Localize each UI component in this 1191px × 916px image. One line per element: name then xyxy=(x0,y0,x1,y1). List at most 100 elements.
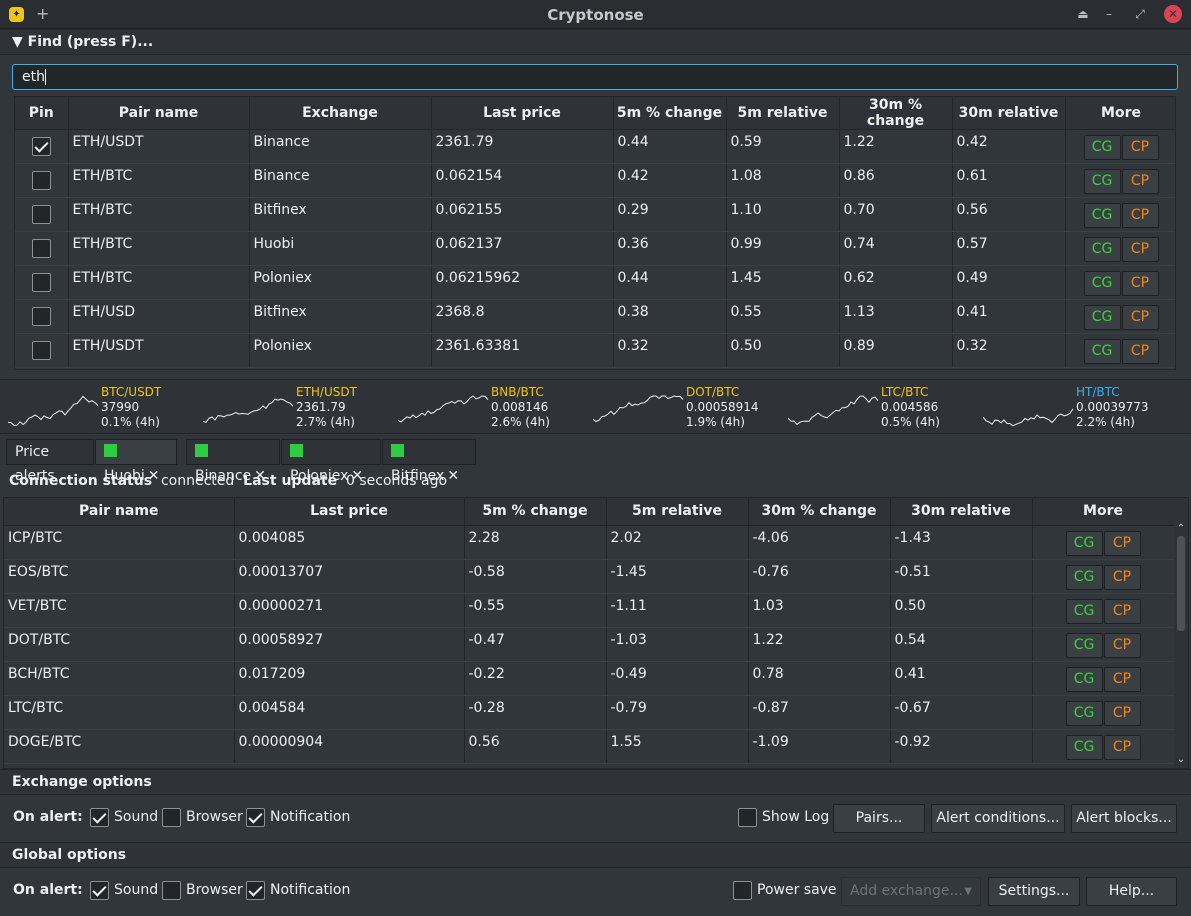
checkbox-box[interactable] xyxy=(246,808,265,827)
coinpaprika-button[interactable]: CP xyxy=(1121,135,1159,160)
exchange-options-header[interactable]: Exchange options xyxy=(0,769,1191,795)
checkbox-box[interactable] xyxy=(90,881,109,900)
pin-checkbox[interactable] xyxy=(31,171,51,190)
checkbox-box[interactable] xyxy=(733,881,752,900)
close-tab-icon[interactable]: ✕ xyxy=(447,468,459,484)
search-input[interactable]: eth xyxy=(12,64,1178,90)
pin-checkbox[interactable] xyxy=(31,239,51,258)
table-row[interactable]: ETH/USDT Binance 2361.79 0.44 0.59 1.22 0.42 CG… xyxy=(15,129,1175,164)
sparkline-widget[interactable]: ETH/USDT 2361.79 2.7% (4h) xyxy=(199,385,394,431)
scroll-down-icon[interactable]: ⌄ xyxy=(1174,754,1188,765)
coinpaprika-button[interactable]: CP xyxy=(1103,564,1141,590)
column-header[interactable]: 5m % change xyxy=(464,498,607,526)
column-header[interactable]: 5m relative xyxy=(726,97,840,130)
help-button[interactable]: Help... xyxy=(1086,877,1177,906)
table-row[interactable]: VET/BTC 0.00000271 -0.55 -1.11 1.03 0.50 CG CP xyxy=(4,593,1175,628)
vertical-scrollbar[interactable]: ⌃ ⌄ xyxy=(1174,498,1188,768)
column-header[interactable]: Last price xyxy=(234,498,465,526)
coingecko-button[interactable]: CG xyxy=(1065,734,1103,760)
pin-checkbox[interactable] xyxy=(31,137,51,156)
exchange-browser-checkbox[interactable]: Browser xyxy=(162,808,243,827)
exchange-sound-checkbox[interactable]: Sound xyxy=(90,808,158,827)
checkbox-box[interactable] xyxy=(738,808,757,827)
scrollbar-thumb[interactable] xyxy=(1177,536,1185,631)
coinpaprika-button[interactable]: CP xyxy=(1103,598,1141,624)
global-options-header[interactable]: Global options xyxy=(0,842,1191,868)
coingecko-button[interactable]: CG xyxy=(1083,203,1121,228)
coingecko-button[interactable]: CG xyxy=(1065,598,1103,624)
pin-checkbox[interactable] xyxy=(31,205,51,224)
table-row[interactable]: BCH/BTC 0.017209 -0.22 -0.49 0.78 0.41 CG CP xyxy=(4,661,1175,696)
table-row[interactable]: ETH/USD Bitfinex 2368.8 0.38 0.55 1.13 0.41 CG C… xyxy=(15,299,1175,334)
sparkline-widget[interactable]: LTC/BTC 0.004586 0.5% (4h) xyxy=(784,385,979,431)
add-exchange-dropdown[interactable]: Add exchange... ▼ xyxy=(841,877,981,906)
coingecko-button[interactable]: CG xyxy=(1065,632,1103,658)
tab-price-alerts[interactable]: Price alerts xyxy=(6,439,94,484)
column-header[interactable]: Pin xyxy=(15,97,69,130)
scroll-up-icon[interactable]: ⌃ xyxy=(1174,523,1188,534)
table-row[interactable]: DOT/BTC 0.00058927 -0.47 -1.03 1.22 0.54 CG CP xyxy=(4,627,1175,662)
coingecko-button[interactable]: CG xyxy=(1083,135,1121,160)
coinpaprika-button[interactable]: CP xyxy=(1121,305,1159,330)
coingecko-button[interactable]: CG xyxy=(1083,169,1121,194)
column-header[interactable]: 30m % change xyxy=(748,498,891,526)
global-notification-checkbox[interactable]: Notification xyxy=(246,881,350,900)
coinpaprika-button[interactable]: CP xyxy=(1121,237,1159,262)
column-header[interactable]: 30m % change xyxy=(839,97,953,130)
tab-huobi[interactable]: Huobi ✕ xyxy=(95,439,177,484)
coingecko-button[interactable]: CG xyxy=(1083,271,1121,296)
table-row[interactable]: ETH/BTC Poloniex 0.06215962 0.44 1.45 0.62 0.4… xyxy=(15,265,1175,300)
column-header[interactable]: More xyxy=(1065,97,1175,130)
table-row[interactable]: DOGE/BTC 0.00000904 0.56 1.55 -1.09 -0.92 CG CP xyxy=(4,729,1175,764)
sparkline-widget[interactable]: DOT/BTC 0.00058914 1.9% (4h) xyxy=(589,385,784,431)
pairs-button[interactable]: Pairs... xyxy=(833,804,925,833)
checkbox-box[interactable] xyxy=(162,881,181,900)
tab-bitfinex[interactable]: Bitfinex ✕ xyxy=(382,439,476,484)
close-icon[interactable]: ✕ xyxy=(1164,5,1182,23)
table-row[interactable]: ICP/BTC 0.004085 2.28 2.02 -4.06 -1.43 CG CP xyxy=(4,525,1175,560)
checkbox-box[interactable] xyxy=(90,808,109,827)
column-header[interactable]: More xyxy=(1032,498,1175,526)
coinpaprika-button[interactable]: CP xyxy=(1103,734,1141,760)
coinpaprika-button[interactable]: CP xyxy=(1103,666,1141,692)
column-header[interactable]: Exchange xyxy=(249,97,432,130)
checkbox-box[interactable] xyxy=(246,881,265,900)
column-header[interactable]: Last price xyxy=(431,97,614,130)
global-browser-checkbox[interactable]: Browser xyxy=(162,881,243,900)
column-header[interactable]: 5m relative xyxy=(606,498,749,526)
exchange-notification-checkbox[interactable]: Notification xyxy=(246,808,350,827)
shade-icon[interactable]: ⏏ xyxy=(1074,5,1092,23)
coinpaprika-button[interactable]: CP xyxy=(1103,530,1141,556)
coinpaprika-button[interactable]: CP xyxy=(1121,271,1159,296)
show-log-checkbox[interactable]: Show Log xyxy=(738,808,829,827)
coingecko-button[interactable]: CG xyxy=(1065,530,1103,556)
settings-button[interactable]: Settings... xyxy=(988,877,1080,906)
tab-binance[interactable]: Binance ✕ xyxy=(186,439,280,484)
sparkline-widget[interactable]: BNB/BTC 0.008146 2.6% (4h) xyxy=(394,385,589,431)
column-header[interactable]: 30m relative xyxy=(890,498,1033,526)
column-header[interactable]: 30m relative xyxy=(952,97,1066,130)
find-header[interactable]: ▼ Find (press F)... xyxy=(0,29,1191,55)
checkbox-box[interactable] xyxy=(162,808,181,827)
pin-checkbox[interactable] xyxy=(31,273,51,292)
column-header[interactable]: Pair name xyxy=(4,498,235,526)
alert-blocks-button[interactable]: Alert blocks... xyxy=(1071,804,1177,833)
coingecko-button[interactable]: CG xyxy=(1065,564,1103,590)
pin-checkbox[interactable] xyxy=(31,341,51,360)
table-row[interactable]: ETH/BTC Binance 0.062154 0.42 1.08 0.86 0.61 CG… xyxy=(15,163,1175,198)
coingecko-button[interactable]: CG xyxy=(1083,339,1121,364)
coingecko-button[interactable]: CG xyxy=(1065,666,1103,692)
sparkline-widget[interactable]: HT/BTC 0.00039773 2.2% (4h) xyxy=(979,385,1174,431)
coinpaprika-button[interactable]: CP xyxy=(1103,700,1141,726)
column-header[interactable]: Pair name xyxy=(68,97,250,130)
coingecko-button[interactable]: CG xyxy=(1065,700,1103,726)
restore-icon[interactable]: ⤢ xyxy=(1131,5,1149,23)
table-row[interactable]: ETH/BTC Bitfinex 0.062155 0.29 1.10 0.70 0.56 C… xyxy=(15,197,1175,232)
coinpaprika-button[interactable]: CP xyxy=(1121,339,1159,364)
global-sound-checkbox[interactable]: Sound xyxy=(90,881,158,900)
coingecko-button[interactable]: CG xyxy=(1083,305,1121,330)
table-row[interactable]: ETH/USDT Poloniex 2361.63381 0.32 0.50 0.89 0.… xyxy=(15,333,1175,368)
minimize-icon[interactable]: – xyxy=(1100,5,1118,23)
alert-conditions-button[interactable]: Alert conditions... xyxy=(931,804,1065,833)
table-row[interactable]: LTC/BTC 0.004584 -0.28 -0.79 -0.87 -0.67 CG CP xyxy=(4,695,1175,730)
